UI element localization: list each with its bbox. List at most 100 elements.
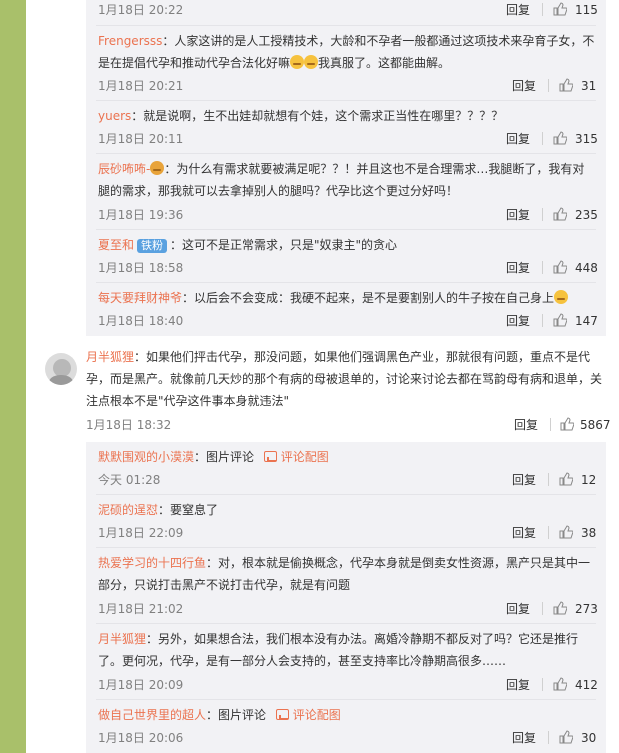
reply-time: 1月18日 19:36 — [98, 208, 184, 222]
like-count: 273 — [575, 602, 598, 616]
reply-button[interactable]: 回复 — [506, 207, 530, 223]
comment-content: 月半狐狸：如果他们抨击代孕，那没问题，如果他们强调黑色产业，那就很有问题，重点不… — [86, 346, 606, 412]
thumbs-up-icon[interactable] — [560, 417, 574, 431]
pic-config-link[interactable]: 评论配图 — [293, 708, 341, 722]
reply-text: ：另外，如果想合法，我们根本没有办法。离婚冷静期不都反对了吗？它还是推行了。更何… — [98, 632, 579, 668]
reply-time: 1月18日 22:09 — [98, 526, 184, 540]
like-count: 31 — [581, 79, 597, 93]
reply-button[interactable]: 回复 — [506, 601, 530, 617]
divider — [542, 314, 543, 327]
reply-username[interactable]: 泥硕的逞怼 — [98, 503, 158, 517]
reply-button[interactable]: 回复 — [506, 677, 530, 693]
divider — [548, 473, 549, 486]
like-count: 412 — [575, 678, 598, 692]
divider — [548, 731, 549, 744]
reply-time: 1月18日 20:21 — [98, 79, 184, 93]
reply-username[interactable]: 夏至和 — [98, 238, 134, 252]
like-count: 147 — [575, 314, 598, 328]
reply-button[interactable]: 回复 — [512, 525, 536, 541]
thumbs-up-icon[interactable] — [553, 260, 567, 274]
reply-button[interactable]: 回复 — [506, 131, 530, 147]
thumbs-up-icon[interactable] — [559, 78, 573, 92]
pic-config-link[interactable]: 评论配图 — [281, 450, 329, 464]
thumbs-up-icon[interactable] — [553, 677, 567, 691]
reply-text: ：这可不是正常需求，只是"奴隶主"的贪心 — [170, 238, 398, 252]
divider — [550, 418, 551, 431]
smile-emoji-icon — [554, 290, 569, 304]
reply-button[interactable]: 回复 — [512, 730, 536, 746]
like-count: 30 — [581, 731, 597, 745]
pic-comment-label: 图片评论 — [218, 708, 267, 722]
reply-text: ：为什么有需求就要被满足呢？？！并且这也不是合理需求…我腿断了，我有对腿的需求，… — [98, 162, 585, 198]
smile-emoji-icon — [304, 55, 319, 69]
fan-badge: 铁粉 — [137, 239, 168, 253]
divider — [96, 153, 596, 154]
reply-text: ：以后会不会变成：我硬不起来，是不是要割别人的牛子按在自己身上 — [182, 291, 555, 305]
reply-content: 辰砂咘咘- ：为什么有需求就要被满足呢？？！并且这也不是合理需求…我腿断了，我有对… — [98, 158, 596, 202]
thumbs-up-icon[interactable] — [559, 472, 573, 486]
divider — [96, 699, 596, 700]
left-green-bar — [0, 0, 26, 753]
reply-button[interactable]: 回复 — [512, 78, 536, 94]
reply-content: 默默围观的小漠漠：图片评论 评论配图 — [98, 446, 596, 468]
divider — [96, 100, 596, 101]
thumbs-up-icon[interactable] — [559, 525, 573, 539]
reply-username[interactable]: 热爱学习的十四行鱼 — [98, 556, 206, 570]
like-count: 5867 — [580, 418, 611, 432]
reply-button[interactable]: 回复 — [506, 260, 530, 276]
reply-username[interactable]: Frengersss — [98, 34, 162, 48]
divider — [542, 132, 543, 145]
reply-username[interactable]: 月半狐狸 — [98, 632, 146, 646]
divider — [96, 25, 596, 26]
divider — [96, 547, 596, 548]
thumbs-up-icon[interactable] — [553, 131, 567, 145]
like-count: 115 — [575, 3, 598, 17]
avatar[interactable] — [45, 353, 77, 385]
comment-time: 1月18日 18:32 — [86, 418, 172, 432]
colon-text: ： — [194, 450, 207, 464]
reply-content: 泥硕的逞怼：要窒息了 — [98, 499, 596, 521]
reply-button[interactable]: 回复 — [506, 313, 530, 329]
reply-time: 1月18日 20:06 — [98, 731, 184, 745]
reply-username[interactable]: 辰砂咘咘- — [98, 162, 150, 176]
reply-content: 月半狐狸：另外，如果想合法，我们根本没有办法。离婚冷静期不都反对了吗？它还是推行… — [98, 628, 596, 672]
reply-time: 今天 01:28 — [98, 473, 161, 487]
reply-button[interactable]: 回复 — [506, 2, 530, 18]
image-icon — [263, 451, 277, 462]
divider — [542, 602, 543, 615]
reply-time: 1月18日 18:58 — [98, 261, 184, 275]
reply-username[interactable]: 每天要拜财神爷 — [98, 291, 182, 305]
divider — [96, 623, 596, 624]
reply-username[interactable]: 默默围观的小漠漠 — [98, 450, 194, 464]
pic-comment-label: 图片评论 — [206, 450, 255, 464]
like-count: 235 — [575, 208, 598, 222]
thumbs-up-icon[interactable] — [553, 207, 567, 221]
reply-time: 1月18日 20:09 — [98, 678, 184, 692]
reply-button[interactable]: 回复 — [514, 417, 538, 433]
divider — [542, 261, 543, 274]
divider — [542, 678, 543, 691]
divider — [96, 229, 596, 230]
reply-content: 夏至和 铁粉 ：这可不是正常需求，只是"奴隶主"的贪心 — [98, 234, 596, 256]
reply-button[interactable]: 回复 — [512, 472, 536, 488]
reply-content: 做自己世界里的超人：图片评论 评论配图 — [98, 704, 596, 726]
divider — [548, 79, 549, 92]
thumbs-up-icon[interactable] — [553, 2, 567, 16]
reply-time: 1月18日 20:11 — [98, 132, 184, 146]
reply-text: ：要窒息了 — [158, 503, 219, 517]
thumbs-up-icon[interactable] — [553, 601, 567, 615]
reply-username[interactable]: 做自己世界里的超人 — [98, 708, 206, 722]
thumbs-up-icon[interactable] — [553, 313, 567, 327]
reply-username[interactable]: yuers — [98, 109, 131, 123]
reply-time: 1月18日 18:40 — [98, 314, 184, 328]
reply-content: yuers：就是说啊，生不出娃却就想有个娃，这个需求正当性在哪里？？？？ — [98, 105, 596, 127]
reply-content: 热爱学习的十四行鱼：对，根本就是偷换概念，代孕本身就是倒卖女性资源，黑产只是其中… — [98, 552, 596, 596]
reply-content: 每天要拜财神爷：以后会不会变成：我硬不起来，是不是要割别人的牛子按在自己身上 — [98, 287, 596, 309]
crown-badge-icon — [150, 161, 165, 175]
divider — [542, 208, 543, 221]
reply-text-after: 我真服了。这都能曲解。 — [318, 56, 451, 70]
like-count: 12 — [581, 473, 597, 487]
thumbs-up-icon[interactable] — [559, 730, 573, 744]
colon-text: ： — [206, 708, 219, 722]
comment-username[interactable]: 月半狐狸 — [86, 350, 134, 364]
